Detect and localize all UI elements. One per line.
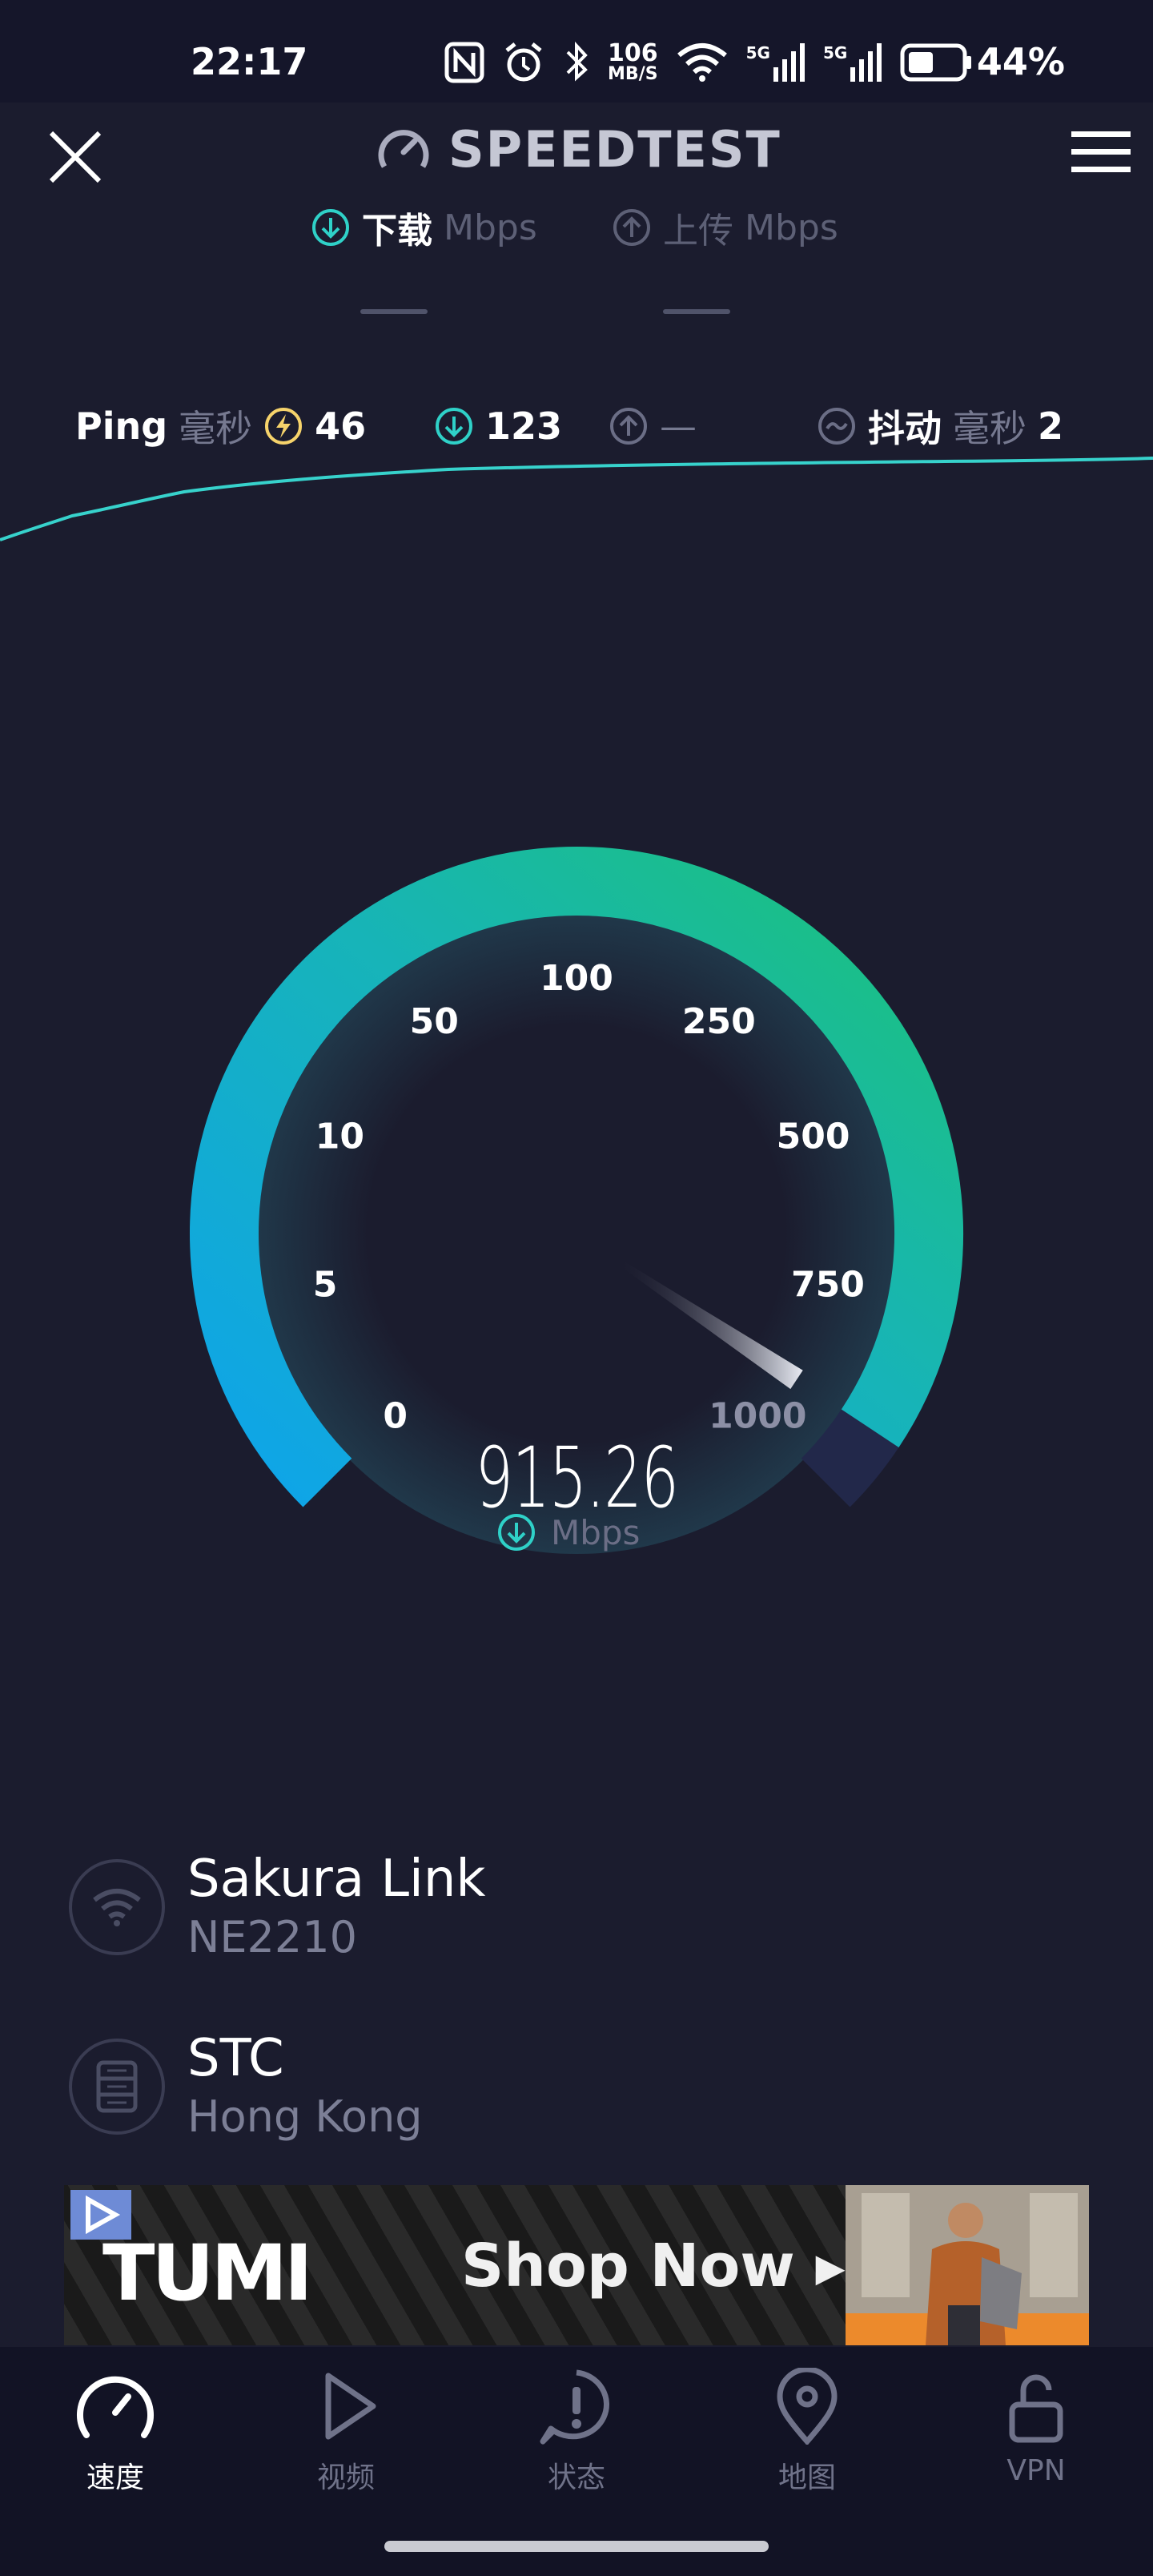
server-icon-circle [69,2039,165,2135]
download-arrow-icon [312,209,349,246]
status-icons: 106 MB/S 5G 5G [444,37,972,88]
nav-map[interactable]: 地图 [735,2368,879,2496]
gauge-tick-label: 100 [540,958,613,999]
upload-arrow-icon [610,408,647,445]
speed-trace-line [0,457,1153,541]
jitter-stat: 抖动 毫秒 2 [817,400,1063,452]
provider-name: Sakura Link [187,1849,486,1909]
brand-title: SPEEDTEST [448,120,781,179]
hamburger-icon [1071,131,1131,172]
signal-1: 5G [746,43,805,82]
menu-button[interactable] [1071,130,1131,175]
ping-stat: Ping 毫秒 46 [75,405,367,450]
nav-vpn[interactable]: VPN [964,2368,1108,2487]
ad-shop-now[interactable]: Shop Now ▸ [461,2232,846,2300]
status-time: 22:17 [191,40,308,83]
battery-icon [900,43,972,82]
lightning-icon [265,408,303,445]
close-icon [49,131,102,183]
alarm-icon [505,42,542,82]
upload-placeholder-dash [663,309,730,314]
server-name: STC [187,2029,284,2088]
upload-stat: — [609,400,697,452]
nav-speed[interactable]: 速度 [43,2368,187,2496]
alert-icon [540,2369,609,2445]
signal-bars-icon [850,43,882,82]
ad-brand-logo: TUMI [102,2228,313,2318]
close-button[interactable] [46,128,104,186]
gauge-tick-label: 500 [777,1117,850,1157]
net-speed: 106 MB/S [608,39,658,84]
speedometer-icon [77,2376,154,2438]
provider-info[interactable]: Sakura Link NE2210 [69,1849,485,1966]
ad-product-image [846,2185,1089,2345]
wifi-icon [677,43,727,82]
device-name: NE2210 [187,1912,357,1962]
download-stat: 123 [434,400,562,452]
status-bar: 22:17 106 MB/S 5G 5G 44% [0,0,1153,103]
server-info[interactable]: STC Hong Kong [69,2028,423,2145]
unlock-icon [1009,2374,1063,2443]
gauge-tick-label: 750 [791,1264,865,1305]
ad-banner[interactable]: TUMI Shop Now ▸ [64,2185,1089,2345]
tab-upload[interactable]: 上传 Mbps [612,202,838,253]
server-icon [96,2060,138,2113]
nav-video[interactable]: 视频 [274,2368,418,2496]
upload-arrow-icon [613,209,650,246]
server-location: Hong Kong [187,2091,423,2142]
signal-bars-icon [773,43,805,82]
gauge-tick-label: 50 [410,1001,459,1042]
gauge-tick-label: 5 [313,1264,338,1305]
download-placeholder-dash [360,309,428,314]
provider-icon-circle [69,1859,165,1955]
nfc-icon [444,42,484,83]
speed-reading-unit: Mbps [496,1512,640,1552]
tab-download[interactable]: 下载 Mbps [311,202,537,253]
download-arrow-icon [498,1514,535,1551]
speedtest-logo-icon [378,129,429,168]
download-arrow-icon [436,408,472,445]
gauge-tick-label: 10 [315,1117,364,1157]
play-icon [325,2373,376,2440]
wifi-icon [93,1889,141,1926]
stats-row: Ping 毫秒 46 123 — 抖动 毫秒 2 [0,400,1153,452]
bluetooth-icon [566,41,588,82]
speedtest-brand: SPEEDTEST [376,120,781,179]
home-indicator[interactable] [384,2541,769,2552]
map-pin-icon [777,2368,838,2445]
nav-status[interactable]: 状态 [504,2368,649,2496]
gauge-tick-label: 250 [682,1001,756,1042]
battery-percent: 44% [976,40,1065,83]
jitter-wave-icon [818,408,855,445]
signal-2: 5G [823,43,882,82]
